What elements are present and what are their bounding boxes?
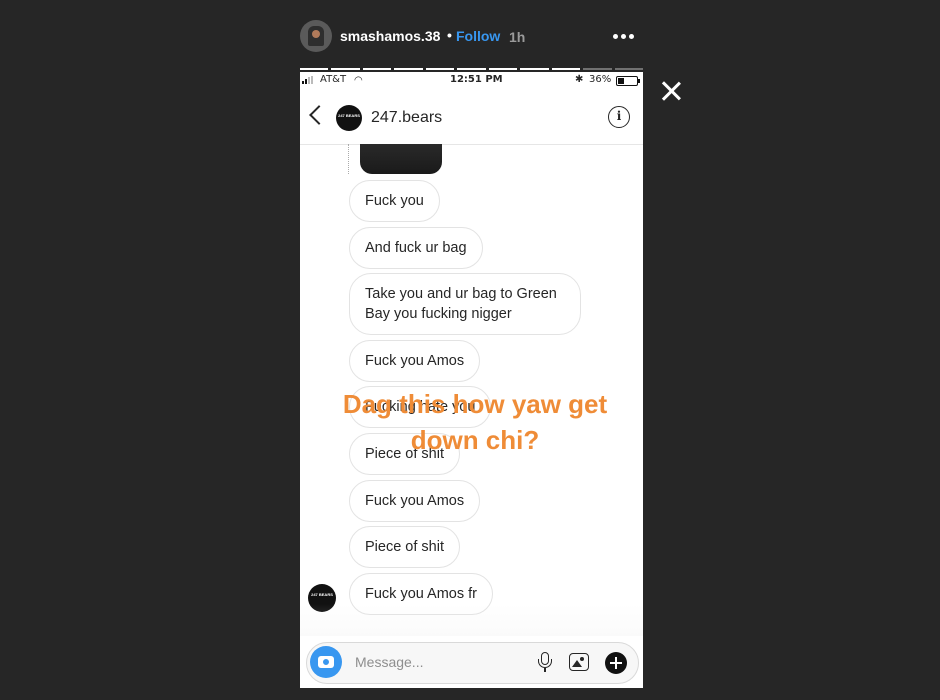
separator-dot: • — [447, 27, 452, 43]
wifi-icon: ◠ — [354, 75, 363, 86]
message-bubble[interactable]: Piece of shit — [349, 526, 460, 568]
message-input[interactable] — [353, 653, 527, 671]
message-bubble[interactable]: Fuck you — [349, 180, 440, 222]
battery-icon — [616, 76, 640, 86]
status-bar: AT&T ◠ 12:51 PM ✱ 36% — [300, 72, 643, 88]
progress-segment — [362, 68, 392, 70]
story-header: smashamos.38 • Follow 1h — [300, 20, 640, 54]
info-icon[interactable]: i — [608, 106, 630, 128]
avatar-logo-text: 247 BEARS — [311, 592, 333, 597]
microphone-icon[interactable] — [537, 652, 553, 674]
progress-segment — [331, 68, 360, 70]
follow-button[interactable]: Follow — [456, 28, 500, 44]
shared-media-thumbnail[interactable] — [360, 144, 442, 174]
message-thread[interactable]: Fuck you And fuck ur bag Take you and ur… — [300, 144, 643, 636]
progress-segment — [614, 68, 643, 70]
chat-title[interactable]: 247.bears — [371, 109, 442, 127]
message-bubble[interactable]: Piece of shit — [349, 433, 460, 475]
message-bubble[interactable]: Take you and ur bag to Green Bay you fuc… — [349, 273, 581, 335]
progress-segment — [394, 68, 423, 70]
camera-icon[interactable] — [310, 646, 342, 678]
close-icon[interactable] — [660, 80, 682, 102]
message-bubble[interactable]: And fuck ur bag — [349, 227, 483, 269]
avatar-logo-text: 247 BEARS — [338, 113, 360, 118]
story-progress — [300, 68, 643, 70]
gallery-icon[interactable] — [569, 653, 589, 671]
message-bubble[interactable]: Fuck you Amos fr — [349, 573, 494, 615]
progress-segment — [300, 68, 329, 70]
carrier-label: AT&T — [320, 74, 347, 85]
progress-segment — [520, 68, 549, 70]
story-avatar[interactable] — [300, 20, 332, 52]
progress-segment — [488, 68, 518, 70]
chat-header: 247 BEARS 247.bears i — [300, 88, 643, 145]
message-bubble[interactable]: Fuck you Amos — [349, 480, 481, 522]
progress-segment — [425, 68, 455, 70]
clock: 12:51 PM — [450, 74, 503, 85]
plus-icon[interactable] — [605, 652, 627, 674]
sender-avatar[interactable]: 247 BEARS — [308, 584, 336, 612]
story-time: 1h — [509, 29, 526, 45]
progress-segment — [457, 68, 486, 70]
story-username[interactable]: smashamos.38 — [340, 28, 440, 44]
message-composer — [306, 642, 639, 684]
dm-screenshot: AT&T ◠ 12:51 PM ✱ 36% 247 BEARS 247.bear… — [300, 72, 643, 688]
back-icon[interactable] — [309, 105, 329, 125]
message-bubble[interactable]: Fuck you Amos — [349, 340, 481, 382]
progress-segment — [551, 68, 581, 70]
battery-percent: 36% — [589, 74, 612, 85]
signal-icon — [302, 76, 316, 84]
chat-avatar[interactable]: 247 BEARS — [336, 105, 362, 131]
progress-segment — [583, 68, 612, 70]
reply-thread-line — [348, 144, 349, 174]
message-bubble[interactable]: Fucking hate you — [349, 386, 492, 428]
bluetooth-icon: ✱ — [575, 74, 584, 85]
info-glyph: i — [616, 109, 622, 123]
more-horizontal-icon[interactable] — [611, 28, 635, 44]
